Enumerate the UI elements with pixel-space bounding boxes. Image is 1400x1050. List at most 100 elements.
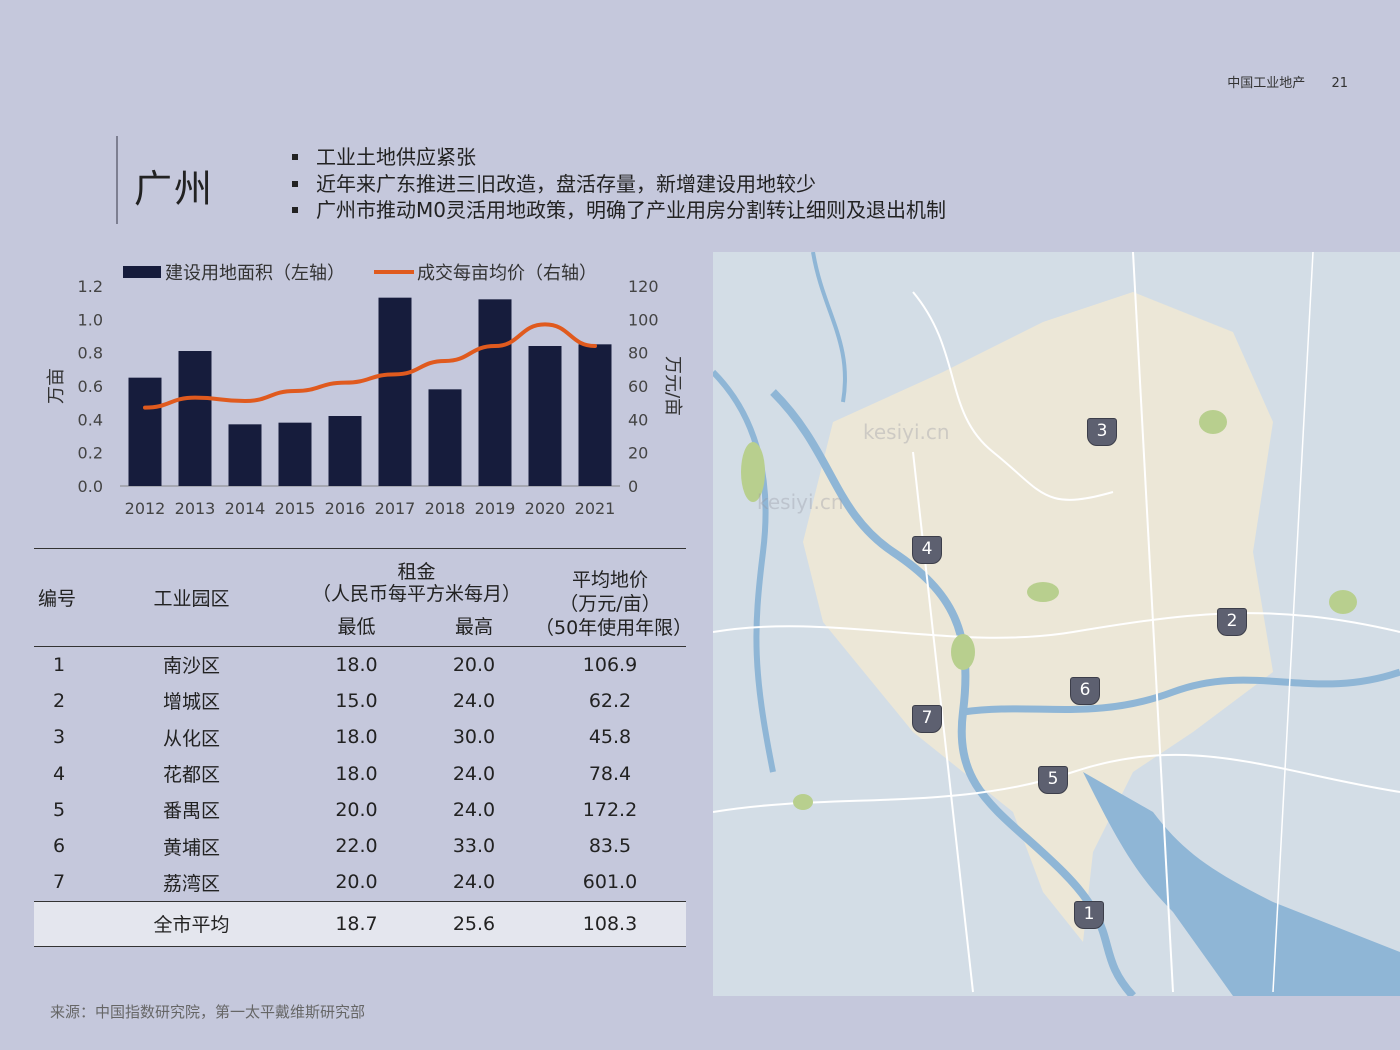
row-avg-price: 78.4 <box>588 762 632 785</box>
row-park: 番禺区 <box>162 800 220 823</box>
average-row: 全市平均 18.7 25.6 108.3 <box>34 900 686 947</box>
row-max-rent: 24.0 <box>452 798 496 821</box>
header-price-note: （50年使用年限） <box>535 616 693 639</box>
row-avg-price: 45.8 <box>588 726 632 749</box>
map-marker-7[interactable]: 7 <box>912 705 942 737</box>
key-point: 近年来广东推进三旧改造，盘活存量，新增建设用地较少 <box>290 171 946 198</box>
map-base <box>713 252 1400 996</box>
x-tick-label: 2018 <box>425 499 466 518</box>
y-left-tick-label: 1.0 <box>78 310 103 329</box>
bar <box>378 297 412 486</box>
row-min-rent: 15.0 <box>335 689 378 712</box>
y-left-axis-label: 万亩 <box>46 368 67 404</box>
row-max-rent: 33.0 <box>452 835 496 858</box>
x-tick-label: 2013 <box>175 499 216 518</box>
bar <box>578 344 612 486</box>
header-price: 平均地价 （万元/亩） （50年使用年限） <box>534 549 693 647</box>
row-max-rent: 24.0 <box>452 871 496 894</box>
table-header: 编号 工业园区 租金 （人民币每平方米每月） 平均地价 （万元/亩） （50年使… <box>34 548 693 647</box>
row-avg-price: 601.0 <box>582 871 638 894</box>
bar <box>428 389 462 486</box>
bar <box>128 377 162 486</box>
key-point: 广州市推动M0灵活用地政策，明确了产业用房分割转让细则及退出机制 <box>290 197 946 224</box>
y-left-tick-label: 0.6 <box>78 377 103 396</box>
row-park: 增城区 <box>162 691 220 714</box>
row-id: 2 <box>52 689 66 712</box>
row-min-rent: 22.0 <box>335 835 378 858</box>
watermark: kesiyi.cn <box>757 490 844 514</box>
row-park: 荔湾区 <box>162 872 220 895</box>
header-rent-unit: （人民币每平方米每月） <box>311 583 521 605</box>
table-row: 2 增城区 15.0 24.0 62.2 <box>34 683 686 719</box>
bar <box>228 424 262 486</box>
row-max-rent: 20.0 <box>452 653 496 676</box>
source-note: 来源：中国指数研究院，第一太平戴维斯研究部 <box>50 1003 366 1021</box>
row-avg-price: 172.2 <box>582 798 638 821</box>
header-id: 编号 <box>38 587 77 610</box>
table-row: 1 南沙区 18.0 20.0 106.9 <box>34 647 686 683</box>
row-id: 3 <box>52 726 66 749</box>
x-tick-label: 2014 <box>225 499 266 518</box>
key-point: 工业土地供应紧张 <box>290 144 946 171</box>
table-row: 4 花都区 18.0 24.0 78.4 <box>34 755 686 791</box>
table-row: 7 荔湾区 20.0 24.0 601.0 <box>34 864 686 901</box>
y-right-tick-label: 80 <box>628 344 648 363</box>
y-right-tick-label: 120 <box>628 277 659 296</box>
row-id: 4 <box>52 762 66 785</box>
legend-bar-label: 建设用地面积（左轴） <box>165 263 345 284</box>
header-price-unit: （万元/亩） <box>559 592 661 615</box>
y-left-tick-label: 1.2 <box>78 277 103 296</box>
map-marker-4[interactable]: 4 <box>912 536 942 568</box>
table-row: 6 黄埔区 22.0 33.0 83.5 <box>34 828 686 864</box>
row-id: 6 <box>52 835 66 858</box>
x-tick-label: 2015 <box>275 499 316 518</box>
average-max: 25.6 <box>414 900 534 947</box>
bar <box>478 299 512 486</box>
guangzhou-map[interactable]: 3 4 2 6 7 5 1 kesiyi.cn kesiyi.cn <box>713 252 1400 996</box>
bar <box>328 416 362 486</box>
table-row: 3 从化区 18.0 30.0 45.8 <box>34 719 686 755</box>
row-park: 从化区 <box>162 727 220 750</box>
average-price: 108.3 <box>534 900 686 947</box>
map-marker-3[interactable]: 3 <box>1087 418 1117 450</box>
x-tick-label: 2019 <box>475 499 516 518</box>
row-avg-price: 83.5 <box>588 835 632 858</box>
y-right-tick-label: 20 <box>628 444 648 463</box>
y-right-tick-label: 40 <box>628 410 648 429</box>
header-min: 最低 <box>337 616 376 639</box>
row-min-rent: 18.0 <box>335 726 378 749</box>
row-park: 花都区 <box>162 764 220 787</box>
row-avg-price: 62.2 <box>588 689 632 712</box>
header-rent: 租金 （人民币每平方米每月） <box>299 549 534 607</box>
row-min-rent: 20.0 <box>335 798 378 821</box>
row-park: 黄埔区 <box>162 836 220 859</box>
map-marker-1[interactable]: 1 <box>1074 901 1104 933</box>
map-marker-6[interactable]: 6 <box>1070 677 1100 709</box>
row-park: 南沙区 <box>162 655 220 678</box>
rent-price-table: 编号 工业园区 租金 （人民币每平方米每月） 平均地价 （万元/亩） （50年使… <box>34 548 693 947</box>
page-number: 21 <box>1331 76 1348 91</box>
bar <box>178 351 212 486</box>
page-title: 广州 <box>134 167 215 211</box>
table-row: 5 番禺区 20.0 24.0 172.2 <box>34 792 686 828</box>
y-right-axis-label: 万元/亩 <box>662 356 683 416</box>
y-right-tick-label: 100 <box>628 310 659 329</box>
row-id: 1 <box>52 653 66 676</box>
map-marker-2[interactable]: 2 <box>1217 608 1247 640</box>
row-min-rent: 18.0 <box>335 653 378 676</box>
bar <box>528 346 562 486</box>
x-tick-label: 2017 <box>375 499 416 518</box>
header-price-title: 平均地价 <box>571 568 648 591</box>
table-body: 1 南沙区 18.0 20.0 106.9 2 增城区 15.0 24.0 62.2 3 从化区 18.… <box>34 647 686 947</box>
section-name: 中国工业地产 <box>1227 76 1306 91</box>
map-marker-5[interactable]: 5 <box>1038 766 1068 798</box>
header-park: 工业园区 <box>153 587 230 610</box>
page-header: 中国工业地产 21 <box>1205 72 1348 91</box>
x-tick-label: 2016 <box>325 499 366 518</box>
watermark: kesiyi.cn <box>863 420 950 444</box>
land-area-price-chart: 0.0 0.2 0.4 0.6 0.8 1.0 1.2 0 20 40 60 80 100 120 2012… <box>46 263 683 518</box>
title-divider <box>116 136 118 224</box>
x-tick-label: 2021 <box>575 499 616 518</box>
row-max-rent: 24.0 <box>452 762 496 785</box>
legend-line-label: 成交每亩均价（右轴） <box>417 263 597 284</box>
